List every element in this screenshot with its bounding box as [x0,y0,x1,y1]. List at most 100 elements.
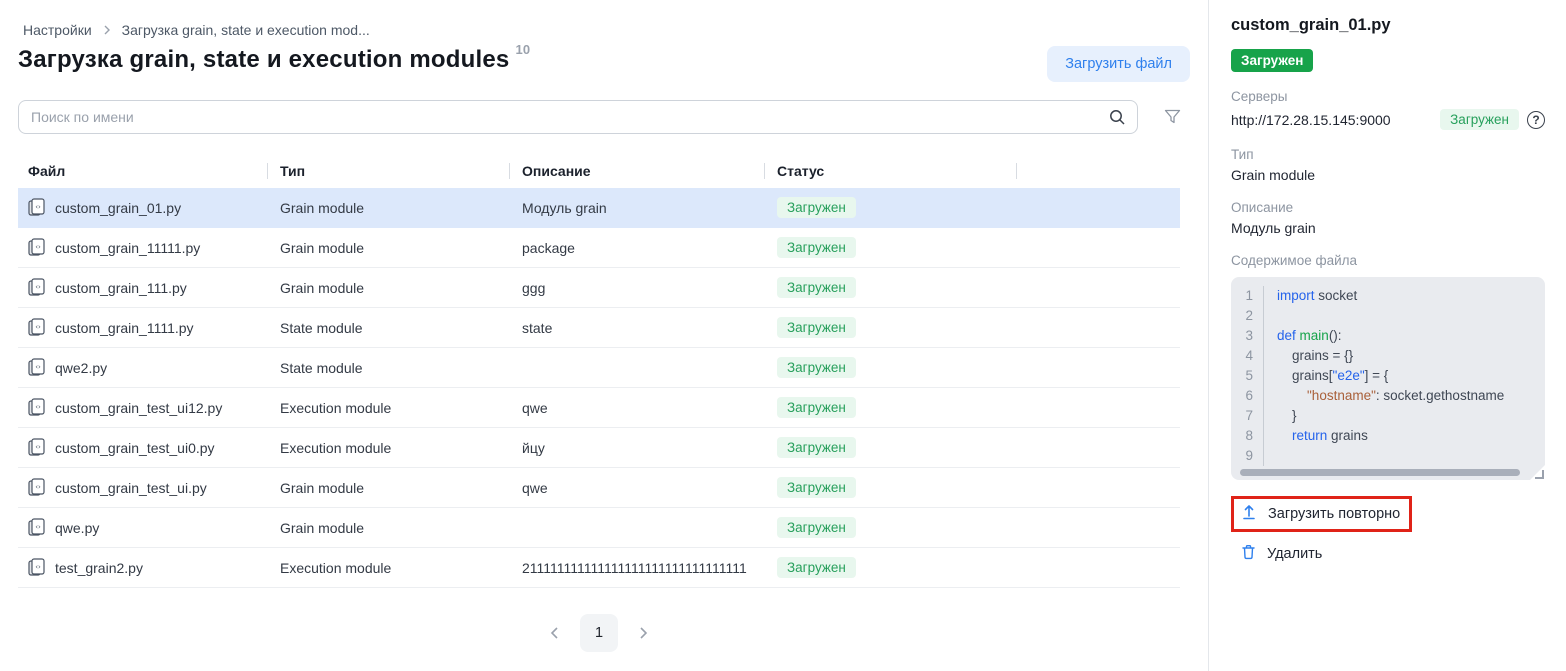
col-header-type: Тип [268,154,510,188]
svg-text:‹›: ‹› [35,523,41,531]
code-file-icon: ‹› [28,518,45,537]
file-name: custom_grain_test_ui.py [55,480,207,496]
file-name: custom_grain_1111.py [55,320,194,336]
detail-status-badge: Загружен [1231,49,1313,72]
table-row[interactable]: ‹› qwe.py Grain module Загружен [18,508,1180,548]
code-file-icon: ‹› [28,438,45,457]
file-type: Grain module [268,200,510,216]
code-file-icon: ‹› [28,558,45,577]
breadcrumb-current: Загрузка grain, state и execution mod... [122,22,370,38]
status-badge: Загружен [777,517,856,538]
file-description: 211111111111111111111111111111111 [510,560,765,576]
col-header-status: Статус [765,154,1017,188]
trash-icon [1241,544,1256,564]
code-file-icon: ‹› [28,358,45,377]
code-file-icon: ‹› [28,198,45,217]
detail-panel: custom_grain_01.py Загружен Серверы http… [1208,0,1566,671]
file-type: Execution module [268,440,510,456]
table-body: ‹› custom_grain_01.py Grain module Модул… [18,188,1180,588]
file-type: State module [268,320,510,336]
status-badge: Загружен [777,477,856,498]
file-type: State module [268,360,510,376]
code-file-icon: ‹› [28,398,45,417]
svg-text:‹›: ‹› [35,483,41,491]
file-name: custom_grain_test_ui12.py [55,400,222,416]
delete-button[interactable]: Удалить [1241,544,1322,564]
col-header-empty [1017,154,1180,188]
code-file-icon: ‹› [28,278,45,297]
servers-label: Серверы [1231,89,1545,104]
breadcrumb: Настройки Загрузка grain, state и execut… [18,22,1190,38]
svg-text:‹›: ‹› [35,403,41,411]
prev-page-button[interactable] [544,622,566,644]
type-label: Тип [1231,147,1545,162]
next-page-button[interactable] [632,622,654,644]
code-file-icon: ‹› [28,478,45,497]
svg-text:‹›: ‹› [35,283,41,291]
col-header-file: Файл [18,154,268,188]
table-row[interactable]: ‹› qwe2.py State module Загружен [18,348,1180,388]
code-viewer: 1import socket23def main():4 grains = {}… [1231,277,1545,480]
svg-text:‹›: ‹› [35,323,41,331]
filter-icon[interactable] [1164,109,1181,125]
page-number-button[interactable]: 1 [580,614,618,652]
table-row[interactable]: ‹› custom_grain_11111.py Grain module pa… [18,228,1180,268]
file-description: ggg [510,280,765,296]
file-type: Grain module [268,280,510,296]
code-file-icon: ‹› [28,238,45,257]
page-title: Загрузка grain, state и execution module… [18,46,530,74]
table-row[interactable]: ‹› custom_grain_1111.py State module sta… [18,308,1180,348]
svg-text:‹›: ‹› [35,243,41,251]
description-label: Описание [1231,200,1545,215]
table-row[interactable]: ‹› custom_grain_test_ui.py Grain module … [18,468,1180,508]
server-url: http://172.28.15.145:9000 [1231,112,1432,128]
items-count: 10 [515,42,530,57]
file-description: Модуль grain [510,200,765,216]
main-content: Настройки Загрузка grain, state и execut… [0,0,1208,671]
search-input[interactable] [18,100,1138,134]
description-value: Модуль grain [1231,220,1545,236]
status-badge: Загружен [777,317,856,338]
file-name: custom_grain_11111.py [55,240,200,256]
svg-text:‹›: ‹› [35,363,41,371]
status-badge: Загружен [777,437,856,458]
breadcrumb-settings[interactable]: Настройки [23,22,92,38]
status-badge: Загружен [777,197,856,218]
col-header-description: Описание [510,154,765,188]
status-badge: Загружен [777,277,856,298]
server-status-badge: Загружен [1440,109,1519,130]
table-row[interactable]: ‹› custom_grain_test_ui0.py Execution mo… [18,428,1180,468]
annotation-box: Загрузить повторно [1231,496,1412,532]
file-description: package [510,240,765,256]
code-horizontal-scrollbar[interactable] [1240,469,1520,476]
resize-handle-icon[interactable] [1535,472,1544,479]
reupload-button[interactable]: Загрузить повторно [1241,504,1400,524]
server-row: http://172.28.15.145:9000 Загружен ? [1231,109,1545,130]
file-name: qwe2.py [55,360,107,376]
table-row[interactable]: ‹› custom_grain_test_ui12.py Execution m… [18,388,1180,428]
help-icon[interactable]: ? [1527,111,1545,129]
file-description: qwe [510,480,765,496]
upload-icon [1241,504,1257,524]
file-name: custom_grain_01.py [55,200,181,216]
code-lines: 1import socket23def main():4 grains = {}… [1231,286,1545,466]
file-type: Grain module [268,480,510,496]
file-name: custom_grain_111.py [55,280,187,296]
table-row[interactable]: ‹› test_grain2.py Execution module 21111… [18,548,1180,588]
file-type: Grain module [268,520,510,536]
file-content-label: Содержимое файла [1231,253,1545,268]
file-description: qwe [510,400,765,416]
pagination: 1 [18,614,1180,652]
upload-file-button[interactable]: Загрузить файл [1047,46,1190,82]
svg-text:‹›: ‹› [35,563,41,571]
chevron-right-icon [102,25,112,35]
status-badge: Загружен [777,397,856,418]
file-type: Grain module [268,240,510,256]
status-badge: Загружен [777,237,856,258]
file-description: state [510,320,765,336]
search-icon[interactable] [1108,108,1126,126]
table-row[interactable]: ‹› custom_grain_01.py Grain module Модул… [18,188,1180,228]
table-row[interactable]: ‹› custom_grain_111.py Grain module ggg … [18,268,1180,308]
type-value: Grain module [1231,167,1545,183]
svg-text:‹›: ‹› [35,203,41,211]
